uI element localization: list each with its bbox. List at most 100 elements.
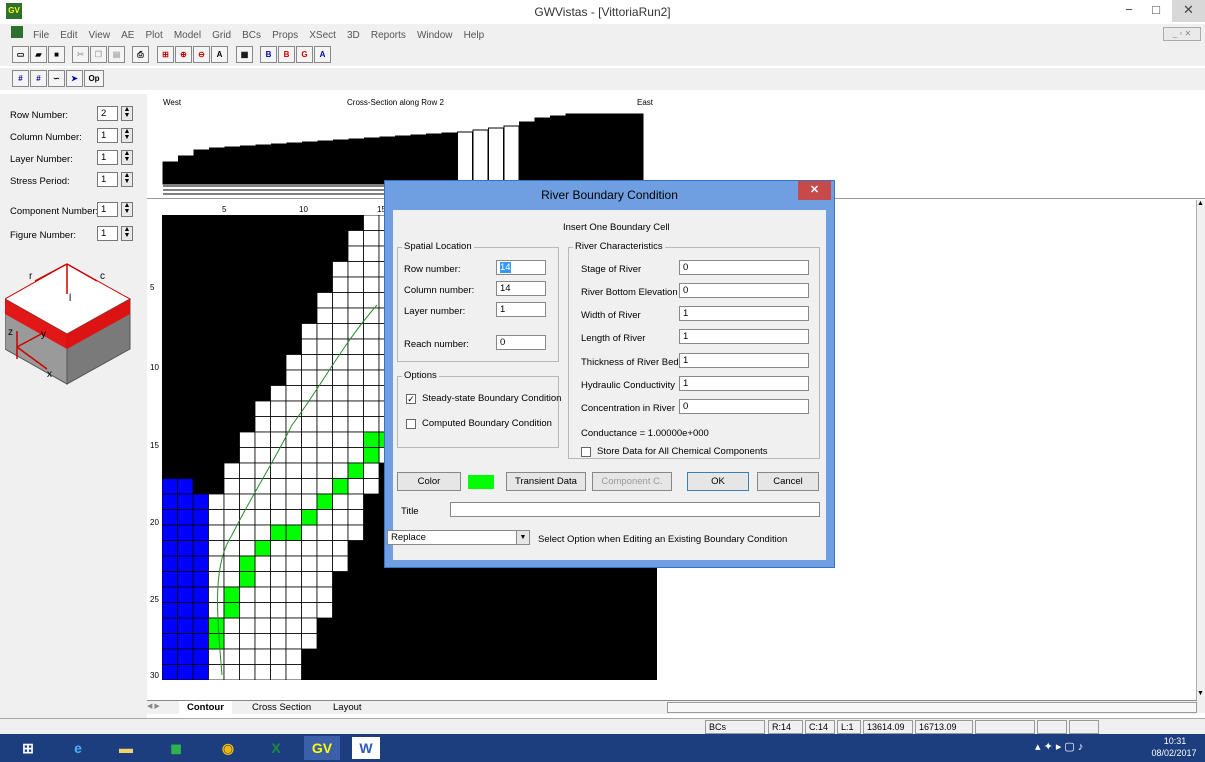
computed-bc-checkbox[interactable]	[406, 419, 416, 429]
chevron-down-icon[interactable]: ▼	[516, 531, 529, 544]
arrow-icon[interactable]: ➤	[66, 70, 83, 87]
internet-explorer-icon[interactable]: e	[60, 736, 96, 760]
bc-grid-icon[interactable]: G	[296, 46, 313, 63]
store-all-checkbox[interactable]	[581, 447, 591, 457]
layer-number-dlg-input[interactable]: 1	[496, 302, 546, 317]
zoom-out-icon[interactable]: ⊖	[193, 46, 210, 63]
row-number-dlg-input[interactable]: 14	[496, 260, 546, 275]
chrome-icon[interactable]: ◉	[210, 736, 246, 760]
horizontal-scrollbar[interactable]	[667, 702, 1197, 713]
menu-model[interactable]: Model	[170, 27, 205, 44]
tray-icons[interactable]: ▴ ✦ ▸ ▢ ♪	[1035, 740, 1083, 753]
reach-number-input[interactable]: 0	[496, 335, 546, 350]
color-button[interactable]: Color	[397, 472, 461, 491]
tab-contour[interactable]: Contour	[179, 701, 232, 715]
length-input[interactable]: 1	[679, 329, 809, 344]
row-number-input[interactable]: 2	[97, 106, 118, 121]
vertical-scrollbar[interactable]: ▲ ▼	[1196, 200, 1205, 713]
cancel-button[interactable]: Cancel	[757, 472, 819, 491]
figure-number-spinner[interactable]: ▲ ▼	[121, 226, 133, 241]
op-button[interactable]: Op	[84, 70, 104, 87]
transient-data-button[interactable]: Transient Data	[506, 472, 586, 491]
width-input[interactable]: 1	[679, 306, 809, 321]
stress-period-spinner[interactable]: ▲ ▼	[121, 172, 133, 187]
active-cell	[363, 354, 380, 371]
paste-icon[interactable]: ▤	[108, 46, 125, 63]
open-folder-icon[interactable]: ▰	[30, 46, 47, 63]
menu-bcs[interactable]: BCs	[238, 27, 265, 44]
active-cell	[285, 555, 302, 572]
stress-period-input[interactable]: 1	[97, 172, 118, 187]
print-icon[interactable]: ⎙	[132, 46, 149, 63]
replace-select[interactable]: Replace ▼	[387, 530, 530, 545]
word-icon[interactable]: W	[352, 737, 380, 759]
menu-xsect[interactable]: XSect	[305, 27, 340, 44]
bc-add-icon[interactable]: A	[314, 46, 331, 63]
menu-window[interactable]: Window	[413, 27, 457, 44]
annotate-icon[interactable]: A	[211, 46, 228, 63]
row-number-spinner[interactable]: ▲ ▼	[121, 106, 133, 121]
excel-icon[interactable]: X	[258, 736, 294, 760]
active-cell	[301, 586, 318, 603]
file-explorer-icon[interactable]: ▬	[108, 736, 144, 760]
mdi-restore-button[interactable]: _ ▫ ✕	[1163, 27, 1201, 41]
menu-3d[interactable]: 3D	[343, 27, 364, 44]
mdi-icon[interactable]	[8, 24, 26, 43]
stage-input[interactable]: 0	[679, 260, 809, 275]
figure-number-input[interactable]: 1	[97, 226, 118, 241]
clock-time[interactable]: 10:31	[1150, 736, 1200, 746]
store-icon[interactable]: ◼	[158, 736, 194, 760]
column-number-dlg-input[interactable]: 14	[496, 281, 546, 296]
color-swatch[interactable]	[468, 475, 494, 489]
gwvistas-task-icon[interactable]: GV	[304, 736, 340, 760]
tab-layout[interactable]: Layout	[325, 701, 370, 715]
copy-icon[interactable]: ❐	[90, 46, 107, 63]
menu-file[interactable]: File	[29, 27, 53, 44]
menu-edit[interactable]: Edit	[56, 27, 81, 44]
thickness-input[interactable]: 1	[679, 353, 809, 368]
bc-b-icon[interactable]: B	[260, 46, 277, 63]
bottom-elevation-input[interactable]: 0	[679, 283, 809, 298]
component-number-spinner[interactable]: ▲ ▼	[121, 202, 133, 217]
menu-help[interactable]: Help	[460, 27, 489, 44]
zoom-fit-icon[interactable]: ⊞	[157, 46, 174, 63]
column-number-spinner[interactable]: ▲ ▼	[121, 128, 133, 143]
tab-scroll-arrows[interactable]: ◀ ▶	[147, 702, 175, 714]
save-icon[interactable]: ■	[48, 46, 65, 63]
menu-plot[interactable]: Plot	[142, 27, 167, 44]
title-input[interactable]	[450, 502, 820, 517]
menu-grid[interactable]: Grid	[208, 27, 235, 44]
dialog-titlebar[interactable]: River Boundary Condition ✕	[385, 181, 834, 209]
calculator-icon[interactable]: ▦	[236, 46, 253, 63]
component-button[interactable]: Component C.	[592, 472, 672, 491]
zoom-in-icon[interactable]: ⊕	[175, 46, 192, 63]
tab-cross-section[interactable]: Cross Section	[244, 701, 319, 715]
menu-props[interactable]: Props	[268, 27, 302, 44]
grid-refine-icon[interactable]: #	[30, 70, 47, 87]
status-empty-2	[1037, 720, 1067, 734]
cut-icon[interactable]: ✂	[72, 46, 89, 63]
minimize-button[interactable]: −	[1116, 0, 1142, 22]
menu-view[interactable]: View	[85, 27, 115, 44]
menu-ae[interactable]: AE	[117, 27, 138, 44]
close-button[interactable]: ✕	[1172, 0, 1205, 22]
maximize-button[interactable]: □	[1143, 0, 1169, 22]
concentration-input[interactable]: 0	[679, 399, 809, 414]
new-file-icon[interactable]: ▭	[12, 46, 29, 63]
clock-date[interactable]: 08/02/2017	[1145, 748, 1203, 758]
windows-start-icon[interactable]: ⊞	[10, 736, 46, 760]
dialog-close-button[interactable]: ✕	[798, 181, 831, 200]
component-number-input[interactable]: 1	[97, 202, 118, 217]
column-number-input[interactable]: 1	[97, 128, 118, 143]
active-cell	[223, 617, 240, 634]
menu-reports[interactable]: Reports	[367, 27, 410, 44]
orientation-cube-icon[interactable]: r c l z y x	[5, 259, 140, 389]
layer-number-spinner[interactable]: ▲ ▼	[121, 150, 133, 165]
grid-icon[interactable]: #	[12, 70, 29, 87]
bc-red-icon[interactable]: B	[278, 46, 295, 63]
steady-state-checkbox[interactable]: ✓	[406, 394, 416, 404]
line-icon[interactable]: ∽	[48, 70, 65, 87]
conductivity-input[interactable]: 1	[679, 376, 809, 391]
layer-number-input[interactable]: 1	[97, 150, 118, 165]
ok-button[interactable]: OK	[687, 472, 749, 491]
